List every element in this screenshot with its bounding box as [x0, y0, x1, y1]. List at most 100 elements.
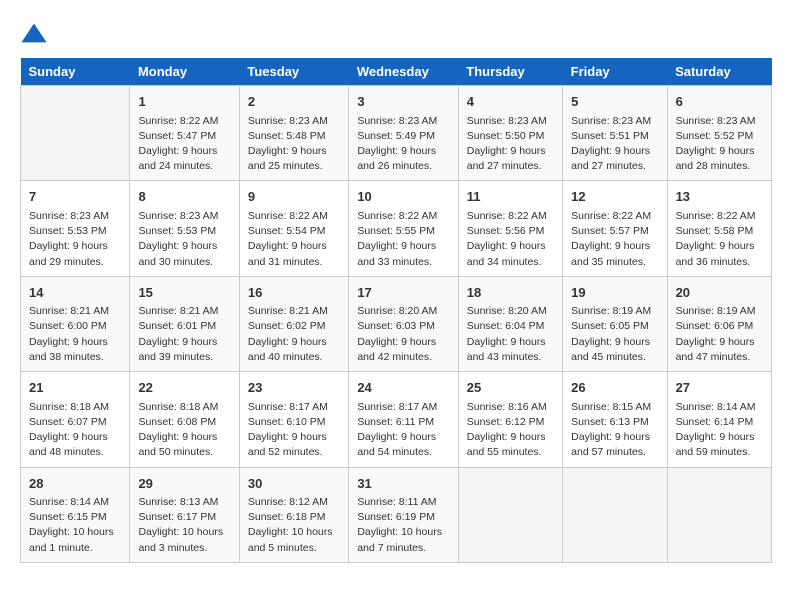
day-info: Sunrise: 8:22 AM Sunset: 5:56 PM Dayligh…	[467, 209, 554, 270]
calendar-cell: 14Sunrise: 8:21 AM Sunset: 6:00 PM Dayli…	[21, 276, 130, 371]
calendar-cell: 13Sunrise: 8:22 AM Sunset: 5:58 PM Dayli…	[667, 181, 771, 276]
header-cell-friday: Friday	[563, 58, 667, 86]
day-info: Sunrise: 8:14 AM Sunset: 6:15 PM Dayligh…	[29, 495, 121, 556]
calendar-cell: 2Sunrise: 8:23 AM Sunset: 5:48 PM Daylig…	[239, 86, 348, 181]
calendar-cell: 1Sunrise: 8:22 AM Sunset: 5:47 PM Daylig…	[130, 86, 239, 181]
calendar-cell: 10Sunrise: 8:22 AM Sunset: 5:55 PM Dayli…	[349, 181, 458, 276]
calendar-table: SundayMondayTuesdayWednesdayThursdayFrid…	[20, 58, 772, 563]
day-number: 21	[29, 378, 121, 398]
day-number: 20	[676, 283, 763, 303]
calendar-cell: 4Sunrise: 8:23 AM Sunset: 5:50 PM Daylig…	[458, 86, 562, 181]
day-number: 16	[248, 283, 340, 303]
calendar-cell: 5Sunrise: 8:23 AM Sunset: 5:51 PM Daylig…	[563, 86, 667, 181]
calendar-cell: 11Sunrise: 8:22 AM Sunset: 5:56 PM Dayli…	[458, 181, 562, 276]
day-info: Sunrise: 8:23 AM Sunset: 5:52 PM Dayligh…	[676, 114, 763, 175]
week-row-3: 14Sunrise: 8:21 AM Sunset: 6:00 PM Dayli…	[21, 276, 772, 371]
calendar-cell: 3Sunrise: 8:23 AM Sunset: 5:49 PM Daylig…	[349, 86, 458, 181]
day-number: 3	[357, 92, 449, 112]
calendar-cell	[458, 467, 562, 562]
calendar-cell: 18Sunrise: 8:20 AM Sunset: 6:04 PM Dayli…	[458, 276, 562, 371]
calendar-cell: 17Sunrise: 8:20 AM Sunset: 6:03 PM Dayli…	[349, 276, 458, 371]
calendar-cell: 21Sunrise: 8:18 AM Sunset: 6:07 PM Dayli…	[21, 372, 130, 467]
week-row-2: 7Sunrise: 8:23 AM Sunset: 5:53 PM Daylig…	[21, 181, 772, 276]
day-number: 4	[467, 92, 554, 112]
page-header	[20, 20, 772, 48]
day-number: 12	[571, 187, 658, 207]
calendar-cell: 28Sunrise: 8:14 AM Sunset: 6:15 PM Dayli…	[21, 467, 130, 562]
week-row-4: 21Sunrise: 8:18 AM Sunset: 6:07 PM Dayli…	[21, 372, 772, 467]
header-cell-sunday: Sunday	[21, 58, 130, 86]
calendar-cell: 29Sunrise: 8:13 AM Sunset: 6:17 PM Dayli…	[130, 467, 239, 562]
calendar-cell: 25Sunrise: 8:16 AM Sunset: 6:12 PM Dayli…	[458, 372, 562, 467]
day-number: 13	[676, 187, 763, 207]
calendar-cell: 27Sunrise: 8:14 AM Sunset: 6:14 PM Dayli…	[667, 372, 771, 467]
day-info: Sunrise: 8:22 AM Sunset: 5:55 PM Dayligh…	[357, 209, 449, 270]
calendar-cell: 6Sunrise: 8:23 AM Sunset: 5:52 PM Daylig…	[667, 86, 771, 181]
day-number: 25	[467, 378, 554, 398]
day-info: Sunrise: 8:18 AM Sunset: 6:08 PM Dayligh…	[138, 400, 230, 461]
day-info: Sunrise: 8:17 AM Sunset: 6:11 PM Dayligh…	[357, 400, 449, 461]
calendar-cell: 30Sunrise: 8:12 AM Sunset: 6:18 PM Dayli…	[239, 467, 348, 562]
calendar-cell: 19Sunrise: 8:19 AM Sunset: 6:05 PM Dayli…	[563, 276, 667, 371]
day-info: Sunrise: 8:22 AM Sunset: 5:57 PM Dayligh…	[571, 209, 658, 270]
calendar-cell: 8Sunrise: 8:23 AM Sunset: 5:53 PM Daylig…	[130, 181, 239, 276]
header-cell-wednesday: Wednesday	[349, 58, 458, 86]
day-info: Sunrise: 8:23 AM Sunset: 5:50 PM Dayligh…	[467, 114, 554, 175]
calendar-cell: 15Sunrise: 8:21 AM Sunset: 6:01 PM Dayli…	[130, 276, 239, 371]
day-number: 30	[248, 474, 340, 494]
day-number: 28	[29, 474, 121, 494]
day-info: Sunrise: 8:23 AM Sunset: 5:51 PM Dayligh…	[571, 114, 658, 175]
week-row-1: 1Sunrise: 8:22 AM Sunset: 5:47 PM Daylig…	[21, 86, 772, 181]
header-cell-monday: Monday	[130, 58, 239, 86]
calendar-cell: 7Sunrise: 8:23 AM Sunset: 5:53 PM Daylig…	[21, 181, 130, 276]
day-number: 7	[29, 187, 121, 207]
header-cell-saturday: Saturday	[667, 58, 771, 86]
day-number: 18	[467, 283, 554, 303]
logo-icon	[20, 20, 48, 48]
day-info: Sunrise: 8:23 AM Sunset: 5:48 PM Dayligh…	[248, 114, 340, 175]
day-number: 6	[676, 92, 763, 112]
day-info: Sunrise: 8:20 AM Sunset: 6:03 PM Dayligh…	[357, 304, 449, 365]
day-number: 5	[571, 92, 658, 112]
day-info: Sunrise: 8:20 AM Sunset: 6:04 PM Dayligh…	[467, 304, 554, 365]
header-cell-thursday: Thursday	[458, 58, 562, 86]
calendar-cell: 22Sunrise: 8:18 AM Sunset: 6:08 PM Dayli…	[130, 372, 239, 467]
calendar-cell: 31Sunrise: 8:11 AM Sunset: 6:19 PM Dayli…	[349, 467, 458, 562]
day-number: 24	[357, 378, 449, 398]
day-info: Sunrise: 8:21 AM Sunset: 6:02 PM Dayligh…	[248, 304, 340, 365]
day-info: Sunrise: 8:23 AM Sunset: 5:53 PM Dayligh…	[29, 209, 121, 270]
calendar-cell: 12Sunrise: 8:22 AM Sunset: 5:57 PM Dayli…	[563, 181, 667, 276]
day-number: 9	[248, 187, 340, 207]
header-row: SundayMondayTuesdayWednesdayThursdayFrid…	[21, 58, 772, 86]
day-info: Sunrise: 8:19 AM Sunset: 6:05 PM Dayligh…	[571, 304, 658, 365]
day-number: 29	[138, 474, 230, 494]
day-number: 26	[571, 378, 658, 398]
logo	[20, 20, 52, 48]
day-number: 14	[29, 283, 121, 303]
day-info: Sunrise: 8:21 AM Sunset: 6:01 PM Dayligh…	[138, 304, 230, 365]
calendar-cell	[21, 86, 130, 181]
day-info: Sunrise: 8:22 AM Sunset: 5:54 PM Dayligh…	[248, 209, 340, 270]
day-info: Sunrise: 8:23 AM Sunset: 5:53 PM Dayligh…	[138, 209, 230, 270]
calendar-cell: 26Sunrise: 8:15 AM Sunset: 6:13 PM Dayli…	[563, 372, 667, 467]
day-info: Sunrise: 8:17 AM Sunset: 6:10 PM Dayligh…	[248, 400, 340, 461]
day-number: 2	[248, 92, 340, 112]
day-number: 31	[357, 474, 449, 494]
day-number: 19	[571, 283, 658, 303]
day-number: 11	[467, 187, 554, 207]
day-number: 17	[357, 283, 449, 303]
day-info: Sunrise: 8:22 AM Sunset: 5:47 PM Dayligh…	[138, 114, 230, 175]
day-number: 8	[138, 187, 230, 207]
day-info: Sunrise: 8:14 AM Sunset: 6:14 PM Dayligh…	[676, 400, 763, 461]
day-number: 10	[357, 187, 449, 207]
day-info: Sunrise: 8:22 AM Sunset: 5:58 PM Dayligh…	[676, 209, 763, 270]
week-row-5: 28Sunrise: 8:14 AM Sunset: 6:15 PM Dayli…	[21, 467, 772, 562]
header-cell-tuesday: Tuesday	[239, 58, 348, 86]
calendar-cell: 9Sunrise: 8:22 AM Sunset: 5:54 PM Daylig…	[239, 181, 348, 276]
day-info: Sunrise: 8:18 AM Sunset: 6:07 PM Dayligh…	[29, 400, 121, 461]
day-info: Sunrise: 8:16 AM Sunset: 6:12 PM Dayligh…	[467, 400, 554, 461]
day-number: 27	[676, 378, 763, 398]
day-info: Sunrise: 8:11 AM Sunset: 6:19 PM Dayligh…	[357, 495, 449, 556]
day-info: Sunrise: 8:12 AM Sunset: 6:18 PM Dayligh…	[248, 495, 340, 556]
calendar-cell	[667, 467, 771, 562]
